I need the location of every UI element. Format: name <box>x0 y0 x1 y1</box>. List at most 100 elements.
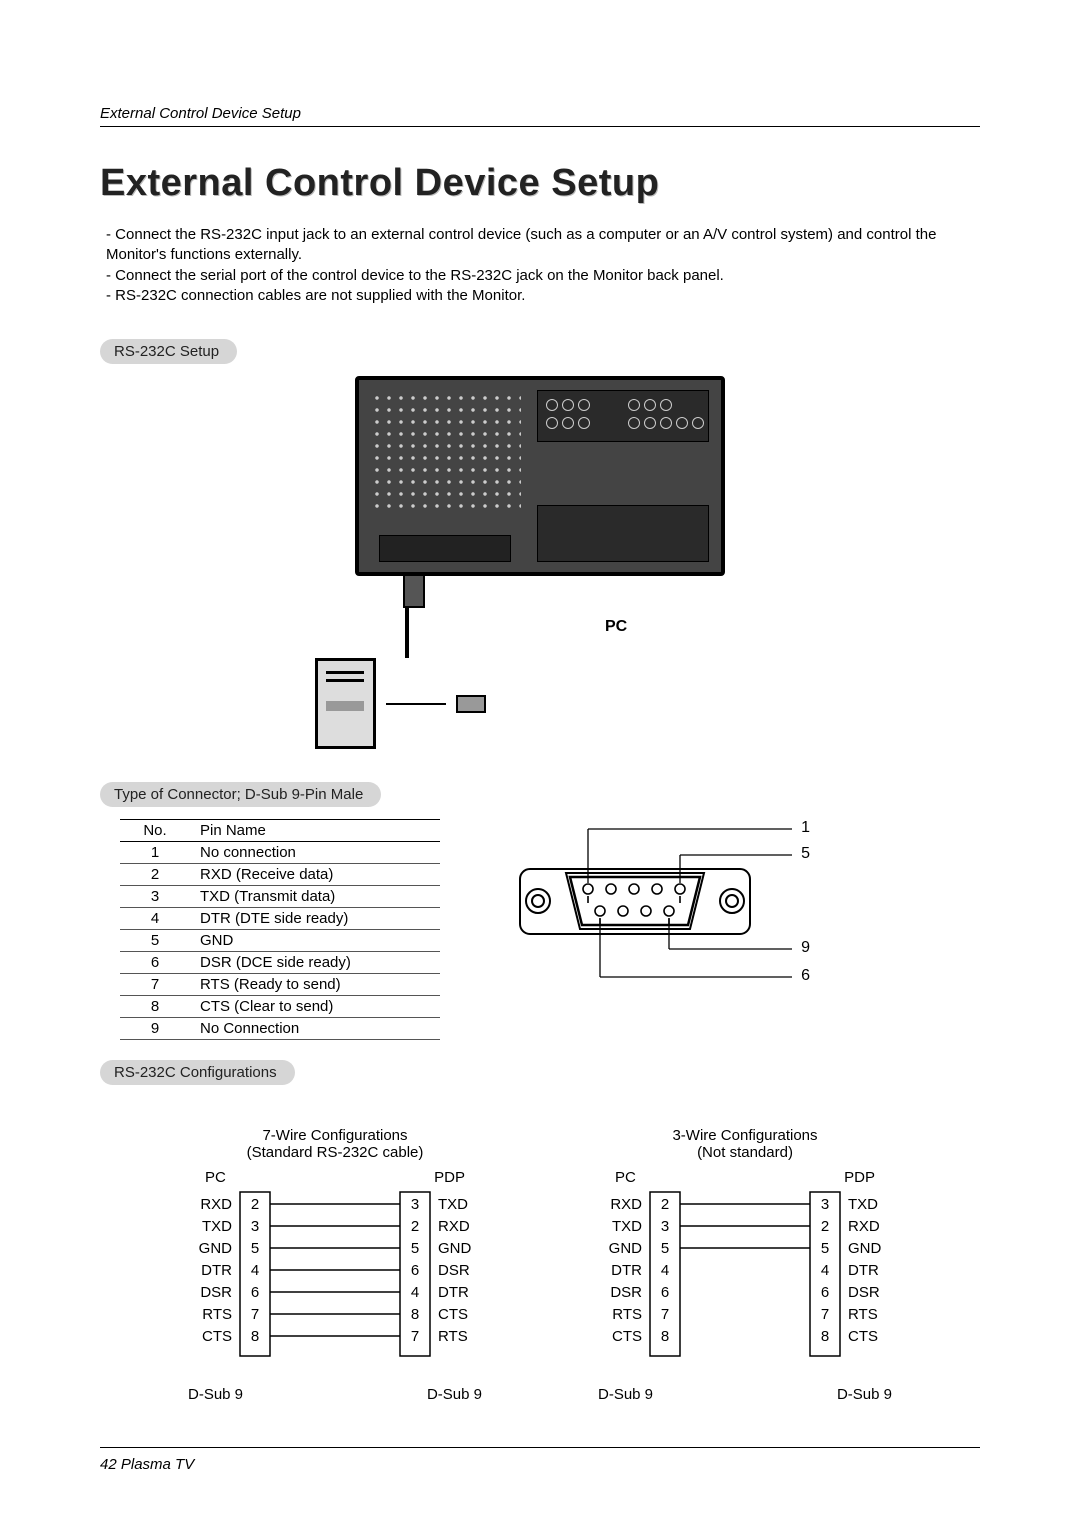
svg-text:8: 8 <box>821 1328 829 1345</box>
svg-text:8: 8 <box>251 1328 259 1345</box>
svg-text:GND: GND <box>438 1240 472 1257</box>
svg-text:5: 5 <box>661 1240 669 1257</box>
pin-name: RTS (Ready to send) <box>190 974 440 996</box>
section-pill-config: RS-232C Configurations <box>100 1060 295 1085</box>
pin-no: 4 <box>120 908 190 930</box>
table-row: 5GND <box>120 930 440 952</box>
svg-text:4: 4 <box>411 1284 419 1301</box>
svg-text:DSR: DSR <box>438 1262 470 1279</box>
table-row: 6DSR (DCE side ready) <box>120 952 440 974</box>
intro-bullets: Connect the RS-232C input jack to an ext… <box>100 225 980 306</box>
svg-text:RTS: RTS <box>612 1306 642 1323</box>
wiring-title: 7-Wire Configurations <box>170 1127 500 1144</box>
svg-text:RXD: RXD <box>610 1196 642 1213</box>
pin-th-name: Pin Name <box>190 820 440 842</box>
svg-text:6: 6 <box>251 1284 259 1301</box>
speaker-grille-icon <box>371 392 521 512</box>
table-row: 7RTS (Ready to send) <box>120 974 440 996</box>
pin-no: 9 <box>120 1018 190 1040</box>
svg-text:5: 5 <box>821 1240 829 1257</box>
pin-table: No. Pin Name 1No connection2RXD (Receive… <box>120 819 440 1040</box>
pc-row <box>315 658 725 749</box>
bullet: Connect the RS-232C input jack to an ext… <box>106 225 980 266</box>
running-head: External Control Device Setup <box>100 105 980 122</box>
wiring-hdr-left: PC <box>205 1169 226 1186</box>
svg-text:7: 7 <box>821 1306 829 1323</box>
svg-text:2: 2 <box>251 1196 259 1213</box>
dsub-label: D-Sub 9 <box>188 1386 243 1403</box>
svg-text:RXD: RXD <box>848 1218 880 1235</box>
pin-no: 3 <box>120 886 190 908</box>
pin-name: DTR (DTE side ready) <box>190 908 440 930</box>
page-footer: 42 Plasma TV <box>100 1456 194 1473</box>
dsub-label: D-Sub 9 <box>837 1386 892 1403</box>
db9-pin1-label: 1 <box>801 819 810 837</box>
wiring-hdr-left: PC <box>615 1169 636 1186</box>
table-row: 9No Connection <box>120 1018 440 1040</box>
svg-text:3: 3 <box>251 1218 259 1235</box>
serial-cable-icon <box>405 608 409 658</box>
pin-no: 2 <box>120 864 190 886</box>
section-pill-connector: Type of Connector; D-Sub 9-Pin Male <box>100 782 381 807</box>
wiring-3wire-diagram: 3-Wire Configurations (Not standard) PC … <box>580 1112 910 1403</box>
pin-name: DSR (DCE side ready) <box>190 952 440 974</box>
svg-text:CTS: CTS <box>612 1328 642 1345</box>
pin-no: 6 <box>120 952 190 974</box>
svg-text:GND: GND <box>609 1240 643 1257</box>
svg-text:DTR: DTR <box>201 1262 232 1279</box>
table-row: 8CTS (Clear to send) <box>120 996 440 1018</box>
svg-text:DSR: DSR <box>200 1284 232 1301</box>
svg-text:CTS: CTS <box>438 1306 468 1323</box>
page-title: External Control Device Setup <box>100 162 980 205</box>
svg-text:GND: GND <box>199 1240 233 1257</box>
pin-no: 1 <box>120 842 190 864</box>
footer-rule <box>100 1447 980 1448</box>
db9-connector-diagram: 1 5 9 6 <box>500 809 810 1004</box>
pin-name: No Connection <box>190 1018 440 1040</box>
svg-text:2: 2 <box>661 1196 669 1213</box>
table-row: 1No connection <box>120 842 440 864</box>
pin-name: GND <box>190 930 440 952</box>
svg-text:TXD: TXD <box>202 1218 232 1235</box>
wiring-subtitle: (Not standard) <box>580 1144 910 1161</box>
pc-label: PC <box>605 618 627 636</box>
pin-name: RXD (Receive data) <box>190 864 440 886</box>
svg-text:8: 8 <box>661 1328 669 1345</box>
svg-text:7: 7 <box>661 1306 669 1323</box>
svg-text:DTR: DTR <box>848 1262 879 1279</box>
pin-no: 7 <box>120 974 190 996</box>
io-panel-bottom-icon <box>537 505 709 562</box>
svg-text:4: 4 <box>821 1262 829 1279</box>
svg-text:6: 6 <box>821 1284 829 1301</box>
wiring-hdr-right: PDP <box>434 1169 465 1186</box>
svg-text:CTS: CTS <box>202 1328 232 1345</box>
setup-diagram: PC <box>355 376 725 749</box>
db9-pin9-label: 9 <box>801 939 810 957</box>
db9-pin5-label: 5 <box>801 845 810 863</box>
manual-page: External Control Device Setup External C… <box>0 0 1080 1528</box>
svg-text:3: 3 <box>661 1218 669 1235</box>
svg-text:DTR: DTR <box>611 1262 642 1279</box>
svg-text:7: 7 <box>411 1328 419 1345</box>
bullet: RS-232C connection cables are not suppli… <box>106 286 980 306</box>
svg-text:TXD: TXD <box>848 1196 878 1213</box>
svg-text:RXD: RXD <box>438 1218 470 1235</box>
svg-text:3: 3 <box>821 1196 829 1213</box>
pin-no: 5 <box>120 930 190 952</box>
svg-text:DSR: DSR <box>848 1284 880 1301</box>
svg-text:DSR: DSR <box>610 1284 642 1301</box>
svg-text:4: 4 <box>661 1262 669 1279</box>
svg-text:TXD: TXD <box>612 1218 642 1235</box>
svg-text:CTS: CTS <box>848 1328 878 1345</box>
bullet: Connect the serial port of the control d… <box>106 266 980 286</box>
svg-text:RXD: RXD <box>200 1196 232 1213</box>
io-panel-top-icon <box>537 390 709 442</box>
pc-cable-icon <box>386 703 446 705</box>
svg-text:5: 5 <box>251 1240 259 1257</box>
pin-th-no: No. <box>120 820 190 842</box>
pin-name: No connection <box>190 842 440 864</box>
io-panel-bottom-left-icon <box>379 535 511 562</box>
svg-text:8: 8 <box>411 1306 419 1323</box>
dsub-label: D-Sub 9 <box>427 1386 482 1403</box>
svg-text:5: 5 <box>411 1240 419 1257</box>
